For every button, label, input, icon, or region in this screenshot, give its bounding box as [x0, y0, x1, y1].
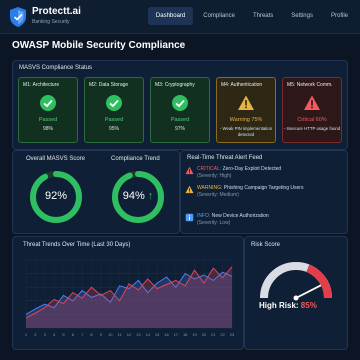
alert-text: New Device Authorization	[211, 213, 269, 219]
card-value: 97%	[174, 126, 185, 132]
alerts-panel-title: Real-Time Threat Alert Feed	[187, 155, 263, 161]
x-tick-label: 3	[44, 332, 47, 337]
warning-triangle-icon	[185, 166, 194, 175]
card-status: Passed	[170, 117, 190, 123]
page-title: OWASP Mobile Security Compliance	[12, 40, 186, 51]
x-tick-label: 13	[136, 332, 141, 337]
info-icon	[185, 213, 194, 222]
x-tick-label: 16	[164, 332, 169, 337]
warning-triangle-icon	[185, 185, 194, 194]
card-value: - Insecure HTTP usage found	[283, 126, 341, 131]
warning-triangle-icon	[238, 95, 254, 110]
alert-info[interactable]: INFO: New Device Authorization (Severity…	[185, 213, 335, 231]
alert-severity: (Severity: Medium)	[197, 191, 239, 198]
alert-severity: (Severity: Low)	[197, 219, 231, 226]
alert-text: Phishing Campaign Targeting Users	[223, 185, 304, 191]
top-bar: Protectt.ai Banking Security Dashboard C…	[0, 0, 360, 34]
card-title: M4: Authentication	[221, 82, 263, 88]
check-circle-icon	[172, 95, 188, 111]
x-tick-label: 19	[192, 332, 197, 337]
main-nav: Dashboard Compliance Threats Settings Pr…	[147, 7, 356, 25]
card-value: 98%	[42, 126, 53, 132]
x-tick-label: 12	[127, 332, 132, 337]
critical-triangle-icon	[304, 95, 320, 110]
masvs-panel-title: MASVS Compliance Status	[19, 65, 93, 71]
gauge-danger-arc	[306, 264, 333, 299]
risk-gauge	[260, 262, 333, 301]
compliance-trend-value: 94% ↑	[110, 190, 166, 202]
check-circle-icon	[40, 95, 56, 111]
alert-body: INFO: New Device Authorization (Severity…	[197, 213, 337, 226]
brand: Protectt.ai Banking Security	[32, 6, 81, 26]
brand-name: Protectt.ai	[32, 6, 81, 17]
arrow-up-icon: ↑	[147, 190, 154, 202]
card-title: M1: Architecture	[23, 82, 60, 88]
risk-label-text: High Risk:	[259, 301, 299, 310]
alert-text: Zero-Day Exploit Detected	[222, 166, 282, 172]
x-tick-label: 7	[81, 332, 84, 337]
x-tick-label: 5	[62, 332, 65, 337]
risk-title: Risk Score	[251, 242, 281, 248]
alert-body: CRITICAL: Zero-Day Exploit Detected (Sev…	[197, 166, 337, 179]
card-title: M2: Data Storage	[89, 82, 129, 88]
gauge-hub	[293, 295, 299, 301]
card-status: Passed	[104, 117, 124, 123]
nav-profile[interactable]: Profile	[323, 7, 356, 25]
risk-value: 85%	[300, 301, 317, 310]
card-status: Passed	[38, 117, 58, 123]
card-data-storage[interactable]: M2: Data Storage Passed 95%	[84, 77, 144, 143]
x-tick-label: 6	[72, 332, 75, 337]
x-tick-label: 9	[100, 332, 103, 337]
card-status: Warning 75%	[229, 117, 263, 123]
x-tick-label: 10	[108, 332, 113, 337]
alert-level: CRITICAL:	[197, 166, 222, 172]
nav-dashboard[interactable]: Dashboard	[147, 7, 194, 25]
x-tick-label: 11	[118, 332, 123, 337]
compliance-trend-label: Compliance Trend	[111, 156, 160, 162]
card-value: 95%	[108, 126, 119, 132]
trend-percent: 94%	[122, 190, 145, 202]
alert-level: WARNING:	[197, 185, 223, 191]
x-tick-label: 15	[155, 332, 160, 337]
x-tick-label: 23	[230, 332, 235, 337]
x-tick-label: 22	[220, 332, 225, 337]
overall-score-label: Overall MASVS Score	[26, 156, 86, 162]
x-tick-label: 14	[146, 332, 151, 337]
card-value: - Weak PIN implementation detected	[219, 126, 273, 137]
x-tick-label: 20	[202, 332, 207, 337]
x-tick-label: 18	[183, 332, 188, 337]
risk-score-label: High Risk: 85%	[259, 301, 317, 310]
card-status: Critical 60%	[297, 117, 327, 123]
card-network-comm[interactable]: M5: Network Comm. Critical 60% - Insecur…	[282, 77, 342, 143]
alert-severity: (Severity: High)	[197, 172, 232, 179]
x-tick-label: 2	[34, 332, 37, 337]
card-title: M5: Network Comm.	[287, 82, 333, 88]
x-tick-label: 21	[211, 332, 216, 337]
x-tick-label: 4	[53, 332, 56, 337]
check-circle-icon	[106, 95, 122, 111]
x-tick-label: 8	[90, 332, 93, 337]
nav-settings[interactable]: Settings	[283, 7, 321, 25]
x-tick-label: 17	[174, 332, 179, 337]
alert-critical[interactable]: CRITICAL: Zero-Day Exploit Detected (Sev…	[185, 166, 335, 186]
card-title: M3: Cryptography	[155, 82, 195, 88]
x-tick-label: 1	[25, 332, 28, 337]
nav-compliance[interactable]: Compliance	[195, 7, 243, 25]
gauge-needle	[295, 284, 322, 299]
threat-trends-chart: 1 2 3 4 5 6 7 8 9 10 11 12 13 14 15 16 17 18 19 20 21 22 23	[25, 259, 235, 337]
alert-warning[interactable]: WARNING: Phishing Campaign Targeting Use…	[185, 185, 335, 211]
card-cryptography[interactable]: M3: Cryptography Passed 97%	[150, 77, 210, 143]
alert-body: WARNING: Phishing Campaign Targeting Use…	[197, 185, 307, 198]
card-authentication[interactable]: M4: Authentication Warning 75% - Weak PI…	[216, 77, 276, 143]
brand-subtitle: Banking Security	[32, 19, 70, 25]
overall-score-value: 92%	[44, 190, 68, 202]
threat-trends-title: Threat Trends Over Time (Last 30 Days)	[23, 242, 131, 248]
card-architecture[interactable]: M1: Architecture Passed 98%	[18, 77, 78, 143]
shield-logo-icon	[10, 7, 26, 27]
alert-level: INFO:	[197, 213, 211, 219]
nav-threats[interactable]: Threats	[245, 7, 281, 25]
